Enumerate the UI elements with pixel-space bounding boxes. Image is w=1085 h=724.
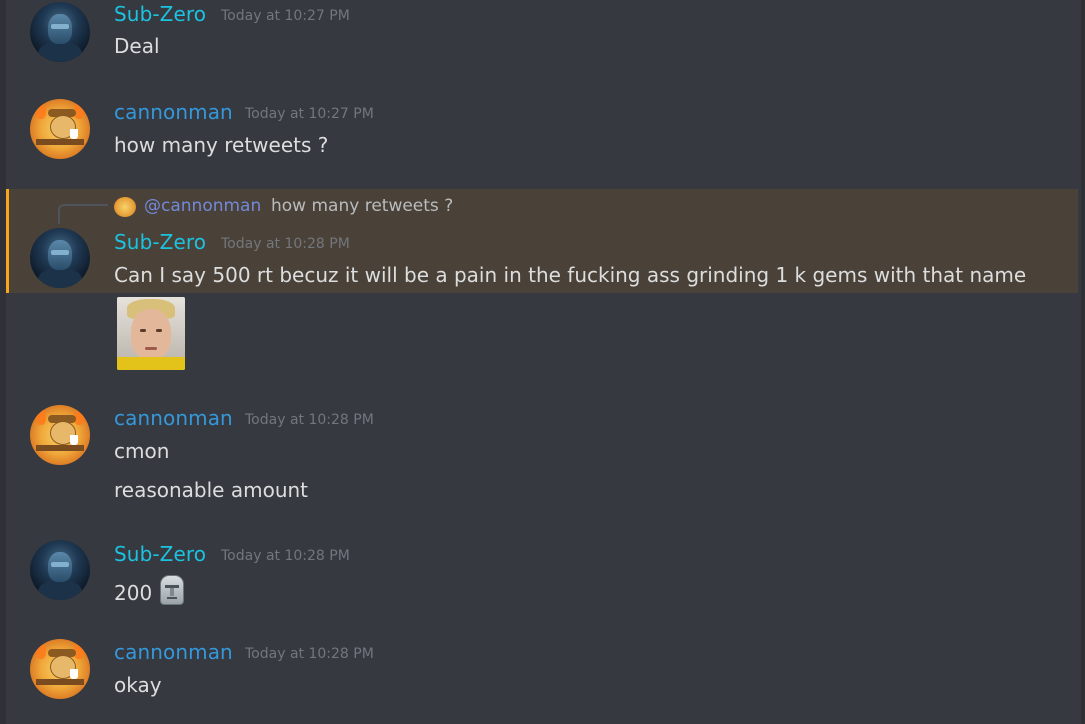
timestamp: Today at 10:27 PM bbox=[221, 8, 350, 24]
message-text: how many retweets ? bbox=[114, 133, 329, 157]
timestamp: Today at 10:28 PM bbox=[221, 236, 350, 252]
face-image[interactable] bbox=[117, 297, 185, 370]
avatar[interactable] bbox=[30, 639, 90, 699]
message-text: Deal bbox=[114, 34, 160, 58]
moai-icon[interactable] bbox=[160, 575, 185, 605]
author-name[interactable]: Sub-Zero bbox=[114, 2, 206, 26]
avatar[interactable] bbox=[30, 228, 90, 288]
message-value: 200 bbox=[114, 581, 153, 605]
timestamp: Today at 10:28 PM bbox=[245, 412, 374, 428]
reply-avatar[interactable] bbox=[114, 197, 136, 217]
timestamp: Today at 10:28 PM bbox=[221, 548, 350, 564]
avatar[interactable] bbox=[30, 405, 90, 465]
message-text: reasonable amount bbox=[114, 478, 309, 502]
author-name[interactable]: cannonman bbox=[114, 640, 233, 664]
reply-preview-text[interactable]: how many retweets ? bbox=[271, 196, 453, 216]
author-name[interactable]: cannonman bbox=[114, 100, 233, 124]
author-name[interactable]: Sub-Zero bbox=[114, 230, 206, 254]
reply-mention[interactable]: @cannonman bbox=[144, 196, 261, 216]
message-text: cmon bbox=[114, 439, 170, 463]
avatar[interactable] bbox=[30, 2, 90, 62]
timestamp: Today at 10:27 PM bbox=[245, 106, 374, 122]
author-name[interactable]: cannonman bbox=[114, 406, 233, 430]
author-name[interactable]: Sub-Zero bbox=[114, 542, 206, 566]
reply-spine bbox=[58, 204, 108, 224]
message-text: 200 bbox=[114, 575, 185, 605]
left-rail bbox=[0, 0, 6, 724]
timestamp: Today at 10:28 PM bbox=[245, 646, 374, 662]
avatar[interactable] bbox=[30, 99, 90, 159]
message-text: Can I say 500 rt becuz it will be a pain… bbox=[114, 263, 1027, 287]
scrollbar-track[interactable] bbox=[1081, 0, 1085, 724]
message-text: okay bbox=[114, 673, 162, 697]
avatar[interactable] bbox=[30, 540, 90, 600]
